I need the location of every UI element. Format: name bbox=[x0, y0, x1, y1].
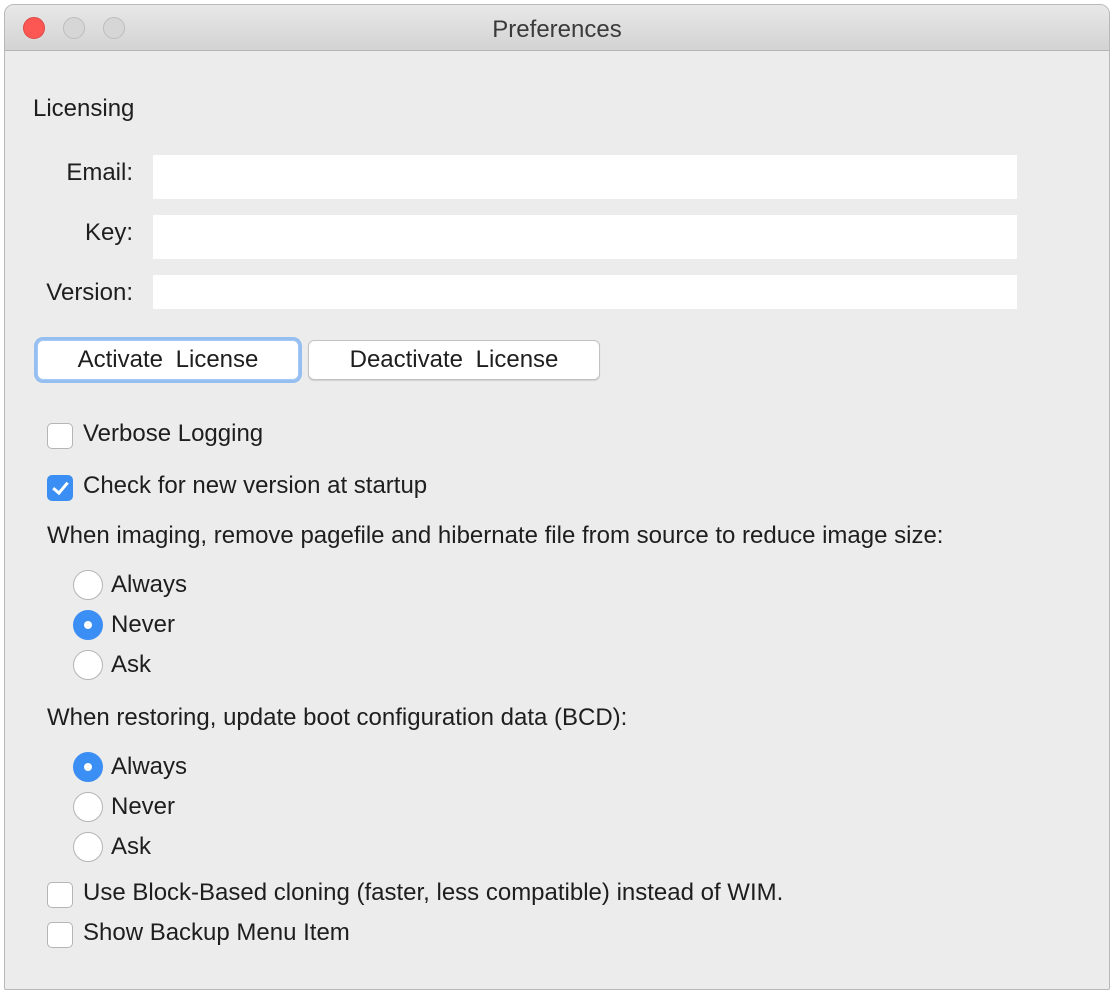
version-field[interactable] bbox=[153, 275, 1017, 309]
licensing-heading: Licensing bbox=[33, 95, 135, 122]
imaging-ask-label: Ask bbox=[111, 651, 152, 678]
block-based-label: Use Block-Based cloning (faster, less co… bbox=[83, 879, 784, 906]
restoring-always-radio[interactable] bbox=[73, 752, 103, 782]
block-based-checkbox[interactable] bbox=[47, 882, 73, 908]
window-title: Preferences bbox=[492, 16, 622, 43]
restoring-never-label: Never bbox=[111, 793, 176, 820]
imaging-ask-radio[interactable] bbox=[73, 650, 103, 680]
activate-license-button[interactable]: Activate License bbox=[37, 340, 299, 380]
backup-menu-label: Show Backup Menu Item bbox=[83, 919, 350, 946]
key-label: Key: bbox=[84, 219, 133, 246]
restoring-ask-label: Ask bbox=[111, 833, 152, 860]
check-updates-label: Check for new version at startup bbox=[83, 472, 428, 499]
imaging-always-radio[interactable] bbox=[73, 570, 103, 600]
preferences-window: Preferences Licensing Email: Key: Versio… bbox=[4, 4, 1110, 990]
imaging-question: When imaging, remove pagefile and hibern… bbox=[47, 522, 944, 549]
version-label: Version: bbox=[46, 279, 133, 306]
key-field[interactable] bbox=[153, 215, 1017, 259]
restoring-always-label: Always bbox=[111, 753, 188, 780]
backup-menu-checkbox[interactable] bbox=[47, 922, 73, 948]
check-updates-checkbox[interactable] bbox=[47, 475, 73, 501]
imaging-never-label: Never bbox=[111, 611, 176, 638]
verbose-logging-label: Verbose Logging bbox=[83, 420, 264, 447]
deactivate-license-button[interactable]: Deactivate License bbox=[308, 340, 600, 380]
imaging-always-label: Always bbox=[111, 571, 188, 598]
restoring-ask-radio[interactable] bbox=[73, 832, 103, 862]
email-field[interactable] bbox=[153, 155, 1017, 199]
title-bar[interactable]: Preferences bbox=[5, 5, 1109, 51]
restoring-question: When restoring, update boot configuratio… bbox=[47, 704, 628, 731]
verbose-logging-checkbox[interactable] bbox=[47, 423, 73, 449]
email-label: Email: bbox=[66, 159, 133, 186]
imaging-never-radio[interactable] bbox=[73, 610, 103, 640]
restoring-never-radio[interactable] bbox=[73, 792, 103, 822]
